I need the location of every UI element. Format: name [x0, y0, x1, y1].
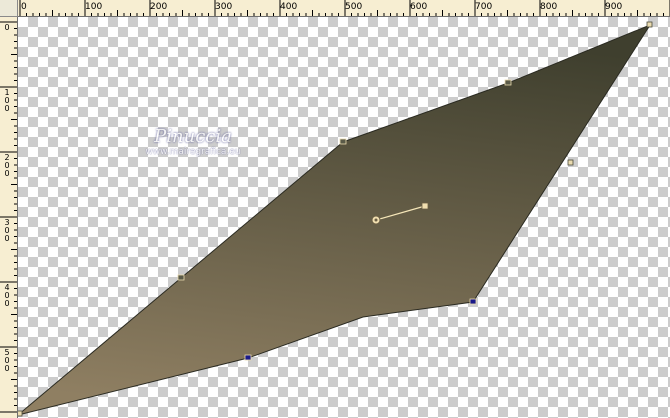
watermark-subtitle: www.mairegrafica.eu	[145, 147, 241, 157]
vertical-ruler[interactable]: 0 100 200 300 400 500	[0, 17, 18, 418]
gradient-center-handle-inner	[374, 218, 378, 222]
watermark-title: Pinuccia	[154, 126, 232, 147]
node-handle[interactable]	[18, 410, 23, 417]
ruler-left-label-100: 100	[4, 88, 10, 113]
ruler-top-label-600: 600	[410, 2, 428, 12]
ruler-left-label-0: 0	[4, 23, 10, 32]
vector-shape-layer[interactable]	[18, 17, 670, 418]
ruler-top-label-100: 100	[85, 2, 103, 12]
ruler-corner	[0, 0, 18, 17]
ruler-top-label-400: 400	[280, 2, 298, 12]
ruler-left-label-300: 300	[4, 218, 10, 243]
ruler-top-label-500: 500	[345, 2, 363, 12]
node-handle[interactable]	[646, 21, 653, 28]
node-handle[interactable]	[177, 274, 185, 281]
horizontal-ruler-ticks	[19, 0, 670, 16]
node-handle[interactable]	[567, 159, 574, 166]
selected-vector-shape[interactable]	[18, 23, 652, 416]
ruler-left-label-500: 500	[4, 348, 10, 373]
node-handle[interactable]	[504, 79, 512, 86]
ruler-left-label-400: 400	[4, 283, 10, 308]
ruler-top-label-200: 200	[150, 2, 168, 12]
node-handle[interactable]	[244, 354, 252, 361]
image-canvas[interactable]: Pinuccia www.mairegrafica.eu	[18, 17, 670, 418]
ruler-top-label-700: 700	[475, 2, 493, 12]
ruler-top-label-900: 900	[605, 2, 623, 12]
watermark: Pinuccia www.mairegrafica.eu	[123, 126, 263, 158]
ruler-left-label-200: 200	[4, 153, 10, 178]
node-handle[interactable]	[469, 298, 477, 305]
horizontal-ruler[interactable]: 0 100 200 300 400 500 600 700 800 900	[18, 0, 670, 17]
ruler-top-label-300: 300	[215, 2, 233, 12]
node-handle[interactable]	[339, 138, 347, 145]
gradient-angle-handle[interactable]	[421, 202, 429, 210]
ruler-top-label-0: 0	[21, 2, 27, 12]
ruler-top-label-800: 800	[540, 2, 558, 12]
